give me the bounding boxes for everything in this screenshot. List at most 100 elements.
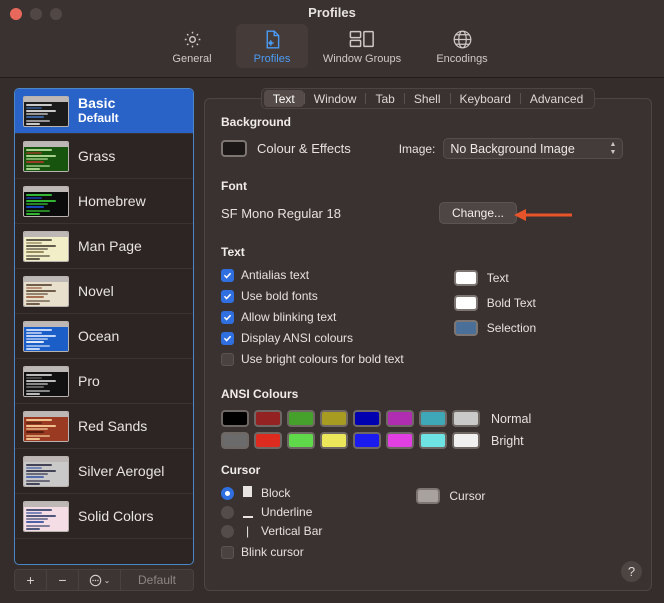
ansi-colour-row: Bright bbox=[221, 432, 637, 449]
help-button[interactable]: ? bbox=[621, 561, 642, 582]
profile-list-item[interactable]: Silver Aerogel bbox=[15, 449, 193, 494]
profile-name: Homebrew bbox=[78, 194, 146, 209]
checkbox-row[interactable]: Use bold fonts bbox=[221, 289, 404, 303]
change-font-button[interactable]: Change... bbox=[439, 202, 517, 224]
ansi-colour-swatch[interactable] bbox=[386, 432, 414, 449]
profile-default-badge: Default bbox=[78, 111, 119, 126]
background-image-dropdown[interactable]: No Background Image ▲▼ bbox=[443, 138, 623, 159]
text-colour-item: Text bbox=[454, 270, 536, 286]
remove-profile-button[interactable]: − bbox=[47, 570, 79, 590]
profile-list-item[interactable]: Grass bbox=[15, 134, 193, 179]
background-colour-swatch[interactable] bbox=[221, 140, 247, 157]
tab-tab[interactable]: Tab bbox=[366, 90, 403, 107]
colour-swatch[interactable] bbox=[454, 270, 478, 286]
toolbar-item-general[interactable]: General bbox=[156, 24, 228, 68]
cursor-option-group: Block Underline |Vertical Bar Blink cursor bbox=[221, 486, 322, 566]
colour-swatch[interactable] bbox=[454, 295, 478, 311]
profile-actions-button[interactable]: ⌄ bbox=[79, 570, 121, 590]
cursor-shape-bar-icon: | bbox=[241, 524, 254, 538]
checkbox-row[interactable]: Allow blinking text bbox=[221, 310, 404, 324]
profile-thumbnail bbox=[23, 276, 69, 307]
preferences-toolbar: General Profiles bbox=[0, 24, 664, 68]
ansi-colour-swatch[interactable] bbox=[419, 410, 447, 427]
profile-name: Ocean bbox=[78, 329, 119, 344]
radio-button-icon[interactable] bbox=[221, 525, 234, 538]
checkbox-icon[interactable] bbox=[221, 546, 234, 559]
document-gear-icon bbox=[263, 28, 282, 50]
checkbox-icon[interactable] bbox=[221, 290, 234, 303]
checkbox-row[interactable]: Antialias text bbox=[221, 268, 404, 282]
cursor-option-row[interactable]: Underline bbox=[221, 505, 322, 519]
ansi-colour-swatch[interactable] bbox=[320, 432, 348, 449]
profile-list-item[interactable]: Man Page bbox=[15, 224, 193, 269]
ansi-colour-swatch[interactable] bbox=[353, 432, 381, 449]
text-colour-item: Selection bbox=[454, 320, 536, 336]
ansi-heading: ANSI Colours bbox=[221, 387, 637, 401]
profile-list[interactable]: BasicDefaultGrass Homebrew Man Page Novel Oc… bbox=[14, 88, 194, 565]
ansi-colour-swatch[interactable] bbox=[452, 410, 480, 427]
profile-thumbnail bbox=[23, 456, 69, 487]
ansi-colour-swatch[interactable] bbox=[419, 432, 447, 449]
cursor-option-label: Block bbox=[261, 486, 290, 500]
ansi-colour-swatch[interactable] bbox=[221, 410, 249, 427]
text-colour-item: Bold Text bbox=[454, 295, 536, 311]
cursor-option-label: Underline bbox=[261, 505, 312, 519]
ansi-colour-swatch[interactable] bbox=[287, 410, 315, 427]
cursor-heading: Cursor bbox=[221, 463, 637, 477]
cursor-option-row[interactable]: Block bbox=[221, 486, 322, 500]
checkbox-label: Allow blinking text bbox=[241, 310, 336, 324]
checkbox-icon[interactable] bbox=[221, 311, 234, 324]
tab-window[interactable]: Window bbox=[305, 90, 366, 107]
profile-thumbnail bbox=[23, 321, 69, 352]
checkbox-icon[interactable] bbox=[221, 269, 234, 282]
tab-bar: TextWindowTabShellKeyboardAdvanced bbox=[204, 88, 652, 109]
tab-advanced[interactable]: Advanced bbox=[521, 90, 592, 107]
checkbox-row[interactable]: Use bright colours for bold text bbox=[221, 352, 404, 366]
window-groups-icon bbox=[349, 28, 375, 50]
ansi-colour-row: Normal bbox=[221, 410, 637, 427]
checkbox-label: Use bold fonts bbox=[241, 289, 318, 303]
profile-list-item[interactable]: Red Sands bbox=[15, 404, 193, 449]
tab-shell[interactable]: Shell bbox=[405, 90, 450, 107]
radio-button-icon[interactable] bbox=[221, 487, 234, 500]
ellipsis-circle-icon bbox=[89, 574, 102, 587]
ansi-colour-swatch[interactable] bbox=[254, 432, 282, 449]
default-profile-label: Default bbox=[121, 570, 193, 590]
checkbox-row[interactable]: Display ANSI colours bbox=[221, 331, 404, 345]
ansi-colour-swatch[interactable] bbox=[386, 410, 414, 427]
cursor-shape-block-icon bbox=[241, 486, 254, 500]
ansi-colour-swatch[interactable] bbox=[452, 432, 480, 449]
toolbar-item-general-label: General bbox=[172, 53, 211, 65]
cursor-option-row[interactable]: |Vertical Bar bbox=[221, 524, 322, 538]
ansi-colour-swatch[interactable] bbox=[320, 410, 348, 427]
colour-swatch[interactable] bbox=[454, 320, 478, 336]
ansi-colour-swatch[interactable] bbox=[221, 432, 249, 449]
blink-cursor-row[interactable]: Blink cursor bbox=[221, 545, 322, 559]
profile-list-item[interactable]: Ocean bbox=[15, 314, 193, 359]
blink-cursor-label: Blink cursor bbox=[241, 545, 304, 559]
profile-name: Silver Aerogel bbox=[78, 464, 164, 479]
tab-keyboard[interactable]: Keyboard bbox=[451, 90, 520, 107]
toolbar-item-encodings[interactable]: Encodings bbox=[416, 24, 508, 68]
tab-text[interactable]: Text bbox=[264, 90, 304, 107]
globe-icon bbox=[452, 28, 473, 50]
ansi-colour-swatch[interactable] bbox=[254, 410, 282, 427]
checkbox-icon[interactable] bbox=[221, 353, 234, 366]
profile-name: Novel bbox=[78, 284, 114, 299]
add-profile-button[interactable]: + bbox=[15, 570, 47, 590]
profile-list-item[interactable]: Homebrew bbox=[15, 179, 193, 224]
profile-list-item[interactable]: Novel bbox=[15, 269, 193, 314]
profile-list-item[interactable]: Pro bbox=[15, 359, 193, 404]
window-body: BasicDefaultGrass Homebrew Man Page Novel Oc… bbox=[0, 78, 664, 603]
cursor-colour-swatch[interactable] bbox=[416, 488, 440, 504]
checkbox-icon[interactable] bbox=[221, 332, 234, 345]
radio-button-icon[interactable] bbox=[221, 506, 234, 519]
colour-effects-label[interactable]: Colour & Effects bbox=[257, 141, 351, 156]
toolbar-item-window-groups[interactable]: Window Groups bbox=[316, 24, 408, 68]
profile-list-item[interactable]: Solid Colors bbox=[15, 494, 193, 539]
ansi-colour-swatch[interactable] bbox=[287, 432, 315, 449]
toolbar-item-profiles[interactable]: Profiles bbox=[236, 24, 308, 68]
profile-list-item[interactable]: BasicDefault bbox=[15, 89, 193, 134]
ansi-colour-swatch[interactable] bbox=[353, 410, 381, 427]
profile-list-toolbar: + − ⌄ Default bbox=[14, 569, 194, 591]
